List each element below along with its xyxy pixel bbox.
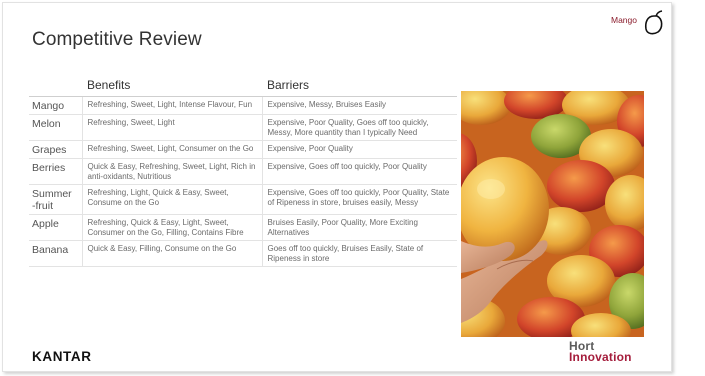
barriers-cell: Goes off too quickly, Bruises Easily, St… (262, 240, 457, 267)
barriers-cell: Expensive, Poor Quality, Goes off too qu… (262, 114, 457, 141)
benefits-cell: Refreshing, Light, Quick & Easy, Sweet, … (82, 184, 263, 215)
header-benefits: Benefits (82, 78, 262, 97)
benefits-cell: Refreshing, Quick & Easy, Light, Sweet, … (82, 214, 263, 241)
hort-logo-line2: Innovation (569, 350, 632, 364)
header-fruit (29, 78, 82, 97)
slide: Competitive Review Mango Benefits Barrie… (2, 2, 672, 372)
benefits-cell: Refreshing, Sweet, Light, Intense Flavou… (82, 96, 263, 115)
fruit-name: Berries (29, 158, 83, 185)
table-row: Grapes Refreshing, Sweet, Light, Consume… (29, 140, 457, 159)
table-row: Melon Refreshing, Sweet, Light Expensive… (29, 114, 457, 141)
table-header-row: Benefits Barriers (29, 78, 457, 97)
table-row: Banana Quick & Easy, Filling, Consume on… (29, 240, 457, 267)
barriers-cell: Expensive, Goes off too quickly, Poor Qu… (262, 158, 457, 185)
table-row: Mango Refreshing, Sweet, Light, Intense … (29, 96, 457, 115)
fruit-name: Banana (29, 240, 83, 267)
barriers-cell: Expensive, Messy, Bruises Easily (262, 96, 457, 115)
barriers-cell: Expensive, Poor Quality (262, 140, 457, 159)
mango-outline-icon (644, 10, 663, 35)
mango-photo (461, 91, 644, 337)
competitive-review-table: Benefits Barriers Mango Refreshing, Swee… (29, 78, 457, 267)
fruit-name: Grapes (29, 140, 83, 159)
mango-photo-illustration (461, 91, 644, 337)
fruit-name: Apple (29, 214, 83, 241)
fruit-name: Mango (29, 96, 83, 115)
kantar-logo: KANTAR (32, 349, 92, 364)
benefits-cell: Refreshing, Sweet, Light (82, 114, 263, 141)
barriers-cell: Expensive, Goes off too quickly, Poor Qu… (262, 184, 457, 215)
benefits-cell: Refreshing, Sweet, Light, Consumer on th… (82, 140, 263, 159)
table-row: Apple Refreshing, Quick & Easy, Light, S… (29, 214, 457, 241)
hort-innovation-logo: Hort Innovation (569, 340, 632, 364)
fruit-name: Melon (29, 114, 83, 141)
slide-title: Competitive Review (32, 29, 202, 50)
header-barriers: Barriers (262, 78, 457, 97)
fruit-name: Summer -fruit (29, 184, 83, 215)
barriers-cell: Bruises Easily, Poor Quality, More Excit… (262, 214, 457, 241)
benefits-cell: Quick & Easy, Filling, Consume on the Go (82, 240, 263, 267)
table-row: Summer -fruit Refreshing, Light, Quick &… (29, 184, 457, 215)
benefits-cell: Quick & Easy, Refreshing, Sweet, Light, … (82, 158, 263, 185)
brand-tag: Mango (611, 15, 637, 25)
table-row: Berries Quick & Easy, Refreshing, Sweet,… (29, 158, 457, 185)
